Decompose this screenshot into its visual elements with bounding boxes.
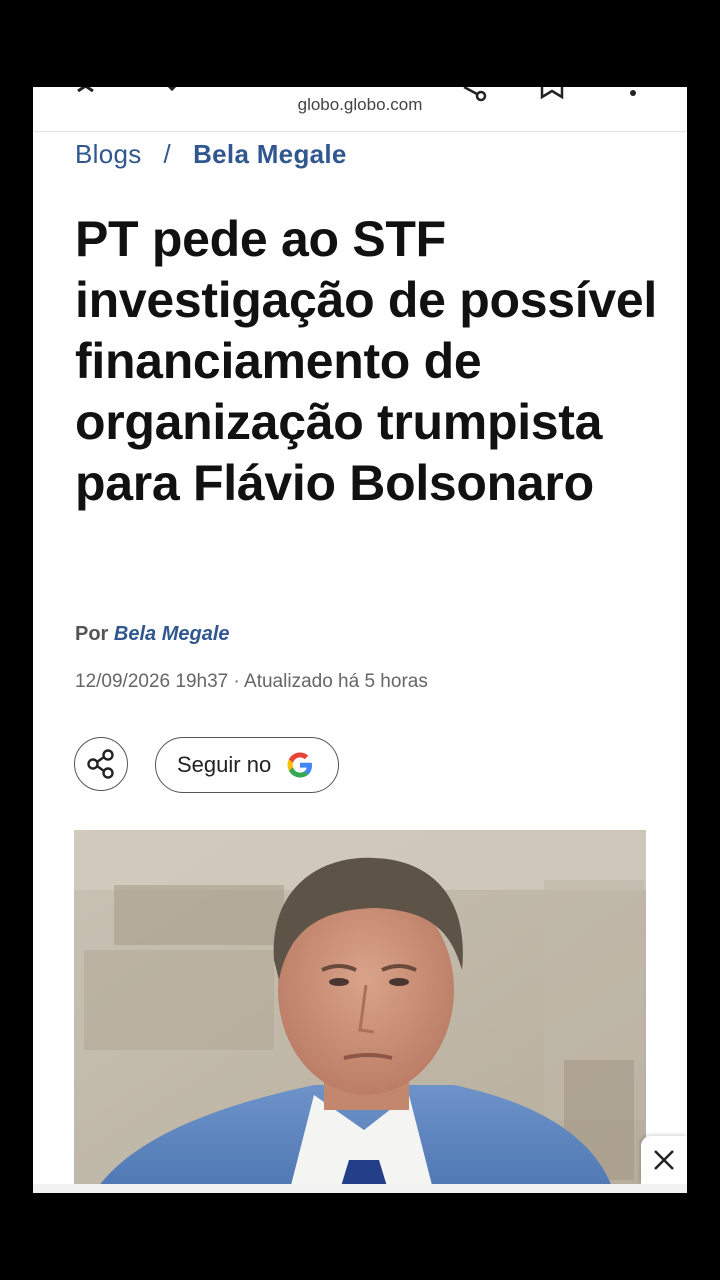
follow-label: Seguir no	[177, 752, 272, 777]
address-bar-url[interactable]: globo.globo.com	[33, 95, 687, 115]
follow-on-google-button[interactable]: Seguir no	[155, 737, 339, 793]
more-icon[interactable]	[627, 87, 639, 99]
share-icon[interactable]	[456, 87, 488, 103]
bookmark-icon[interactable]	[539, 87, 565, 101]
breadcrumb-bela-megale-link[interactable]: Bela Megale	[193, 139, 347, 169]
google-g-icon	[285, 750, 315, 780]
article-headline: PT pede ao STF investigação de possível …	[75, 211, 657, 511]
chevron-down-icon[interactable]	[160, 87, 184, 95]
byline-prefix: Por	[75, 623, 109, 645]
browser-toolbar: globo.globo.com	[33, 87, 687, 132]
publish-timestamp: 12/09/2026 19h37 · Atualizado há 5 horas	[75, 671, 428, 692]
ad-close-button[interactable]	[641, 1136, 687, 1184]
byline: Por Bela Megale	[75, 623, 230, 646]
author-link[interactable]: Bela Megale	[114, 623, 230, 645]
ad-banner-strip	[33, 1184, 687, 1193]
article-photo[interactable]	[74, 830, 646, 1193]
share-button[interactable]	[74, 737, 128, 791]
close-icon	[654, 1150, 674, 1170]
share-icon	[87, 749, 114, 779]
browser-screen: globo.globo.com Blogs / Bela Megale PT ped…	[33, 87, 687, 1193]
breadcrumb: Blogs / Bela Megale	[75, 139, 347, 170]
breadcrumb-separator: /	[163, 139, 172, 169]
breadcrumb-blogs-link[interactable]: Blogs	[75, 139, 142, 169]
